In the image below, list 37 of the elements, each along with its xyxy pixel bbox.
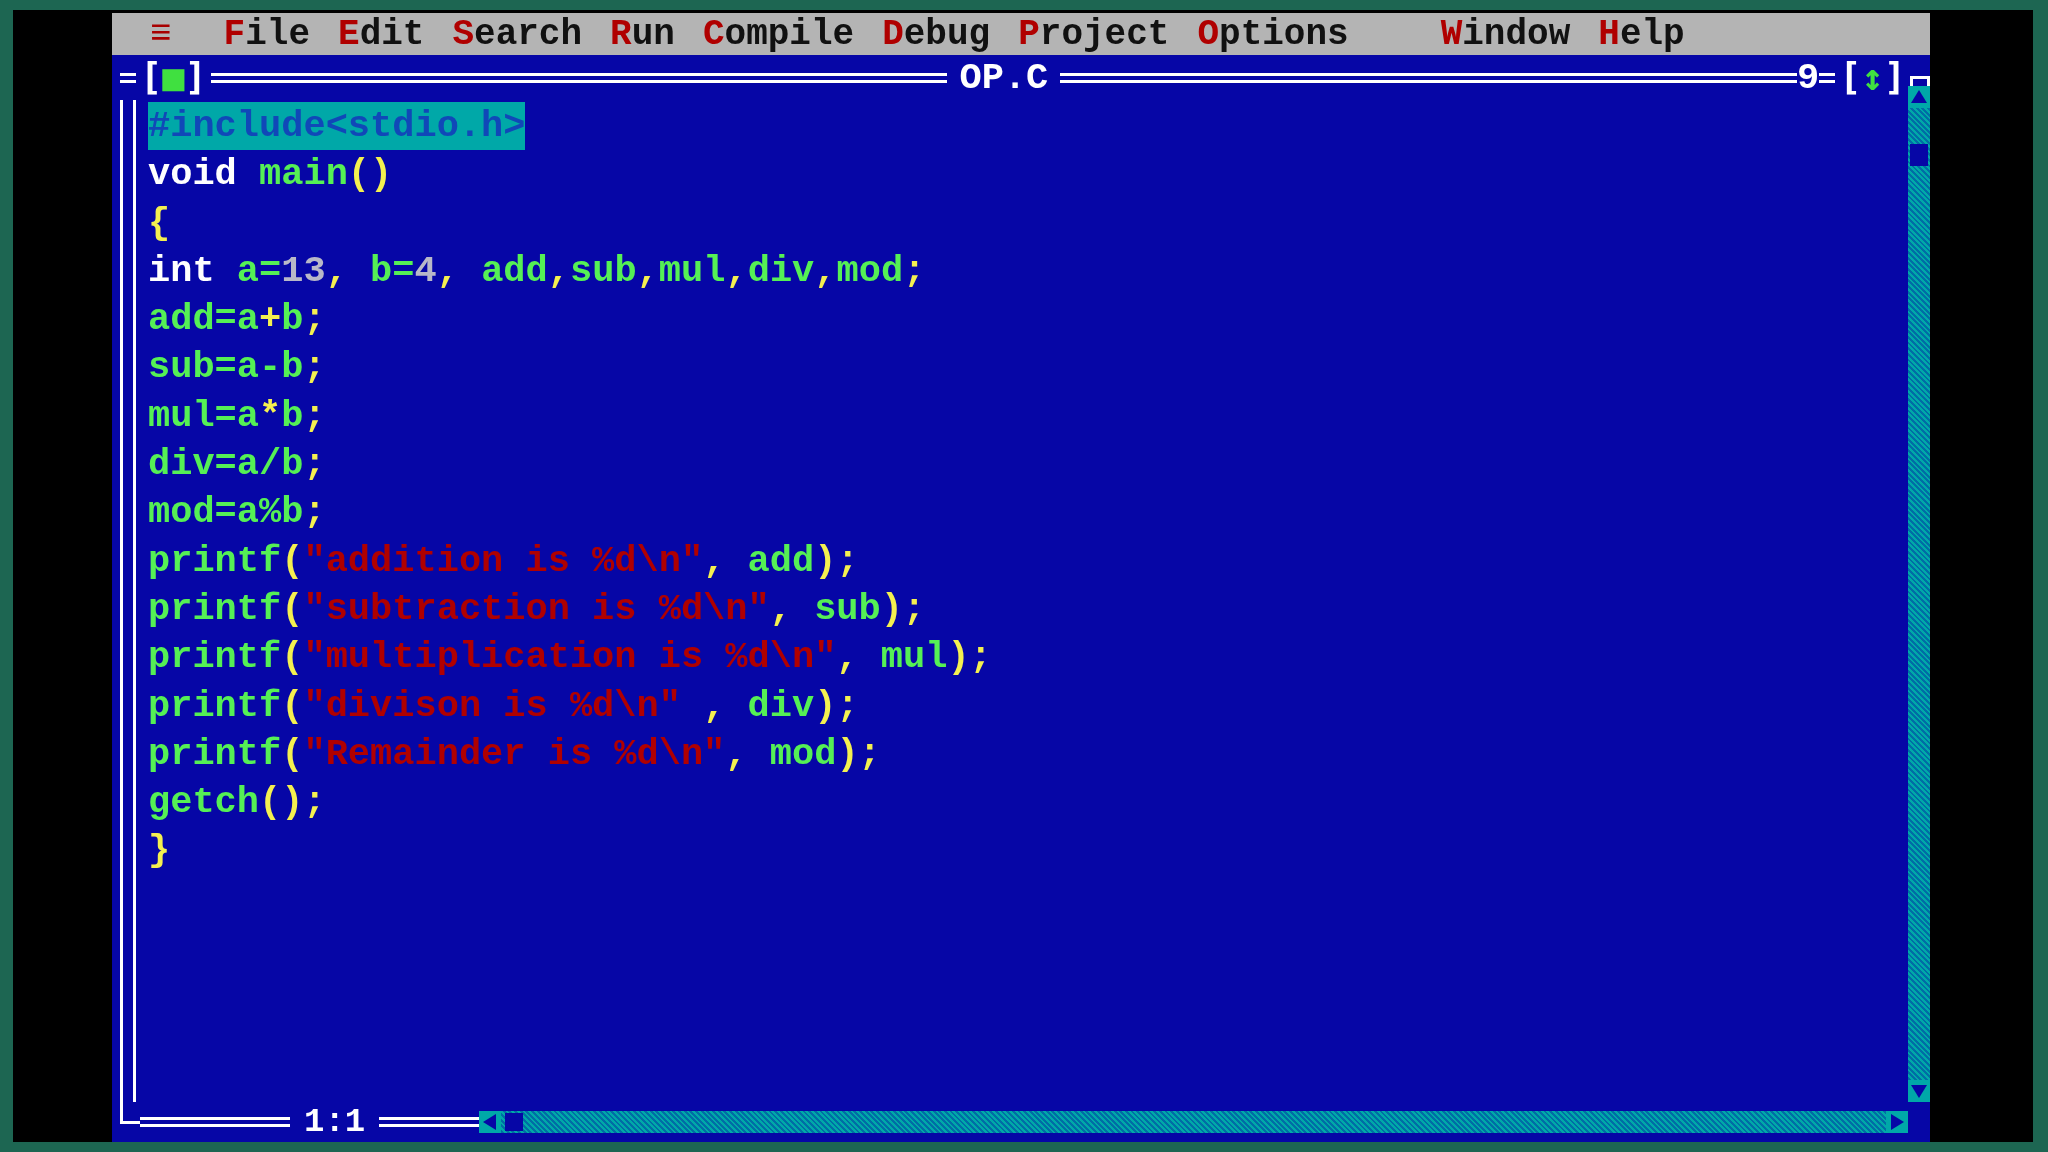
code-line: printf("addition is %d\n", add); (148, 538, 859, 584)
scroll-thumb[interactable] (1910, 144, 1928, 166)
window-frame-line (120, 72, 136, 83)
code-line: div=a/b; (148, 442, 326, 488)
code-line: printf("divison is %d\n" , div); (148, 683, 859, 729)
zoom-button[interactable]: [↕] (1835, 56, 1910, 99)
menu-item[interactable]: Options (1187, 13, 1367, 55)
scroll-thumb[interactable] (505, 1113, 524, 1131)
code-line: mod=a%b; (148, 490, 326, 536)
code-line: void main() (148, 152, 393, 198)
code-line: sub=a-b; (148, 345, 326, 391)
code-line: add=a+b; (148, 297, 326, 343)
menu-item[interactable]: Window (1430, 13, 1589, 55)
menu-item[interactable]: Compile (692, 13, 873, 55)
window-title: OP.C (958, 56, 1050, 99)
system-menu-icon[interactable]: ≡ (150, 13, 172, 55)
menu-item[interactable]: Edit (328, 13, 443, 55)
menu-item[interactable]: Project (1008, 13, 1188, 55)
code-line: getch(); (148, 780, 326, 826)
window-frame-line (1819, 72, 1836, 83)
vertical-scrollbar[interactable] (1908, 86, 1930, 1102)
window-number: 9 (1796, 56, 1820, 99)
code-line: } (148, 828, 171, 874)
horizontal-scrollbar[interactable] (479, 1111, 1908, 1133)
menu-item[interactable]: Run (600, 13, 693, 55)
code-line: printf("multiplication is %d\n", mul); (148, 635, 992, 681)
cursor-position: 1:1 (303, 1103, 367, 1141)
code-line: int a=13, b=4, add,sub,mul,div,mod; (148, 248, 926, 294)
menu-item[interactable]: Search (442, 13, 601, 55)
code-line: { (148, 200, 171, 246)
code-line: printf("Remainder is %d\n", mod); (148, 731, 881, 777)
code-line: printf("subtraction is %d\n", sub); (148, 586, 926, 632)
close-button[interactable]: [■] (136, 56, 211, 99)
code-line: mul=a*b; (148, 393, 326, 439)
menu-item[interactable]: Help (1588, 13, 1703, 55)
menu-item[interactable]: File (213, 13, 329, 55)
menu-item[interactable]: Debug (872, 13, 1009, 55)
